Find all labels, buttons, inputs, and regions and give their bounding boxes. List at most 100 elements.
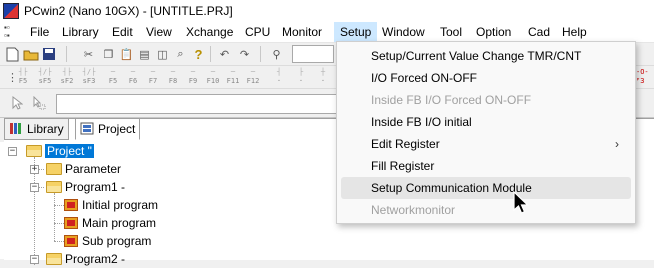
contact-nc-icon[interactable]: ┤/├ sF5 [36, 68, 54, 86]
menu-bar: ▪▫ ▫▪ File Library Edit View Xchange CPU … [0, 22, 654, 43]
fkey-f6-icon[interactable]: ─ F6 [124, 68, 142, 86]
mouse-cursor-icon [513, 191, 529, 214]
tree-line [54, 205, 64, 206]
redo-icon[interactable]: ↷ [236, 46, 253, 62]
menu-cad[interactable]: Cad [522, 22, 556, 42]
tab-project-label: Project [98, 122, 136, 136]
fkey-f10-icon[interactable]: ─ F10 [204, 68, 222, 86]
address-combo[interactable] [56, 94, 338, 114]
help-icon[interactable]: ? [190, 46, 207, 62]
print-preview-icon[interactable]: ◫ [154, 46, 171, 62]
window-title: PCwin2 (Nano 10GX) - [UNTITLE.PRJ] [24, 4, 233, 18]
tab-library[interactable]: Library [4, 118, 69, 140]
menu-option[interactable]: Option [470, 22, 517, 42]
copy-icon[interactable]: ❐ [100, 46, 117, 62]
collapse-icon[interactable]: − [8, 147, 17, 156]
menu-item-edit-register[interactable]: Edit Register › [341, 133, 631, 155]
app-icon[interactable] [3, 3, 19, 19]
tree-item-label: Program1 - [65, 180, 126, 194]
find-icon[interactable]: ⌕ [172, 46, 189, 62]
menu-item-io-forced[interactable]: I/O Forced ON-OFF [341, 67, 631, 89]
tree-item-project[interactable]: Project " [26, 142, 95, 160]
undo-icon[interactable]: ↶ [216, 46, 233, 62]
folder-open-icon [26, 144, 42, 157]
tree-item-label: Project " [44, 143, 95, 159]
tree-item-label: Program2 - [65, 252, 126, 266]
menu-library[interactable]: Library [56, 22, 105, 42]
ladder-program-icon [64, 198, 78, 211]
submenu-arrow-icon: › [615, 137, 619, 151]
menu-item-fill-register[interactable]: Fill Register [341, 155, 631, 177]
new-file-icon[interactable] [4, 46, 21, 62]
menu-item-setup-current-value[interactable]: Setup/Current Value Change TMR/CNT [341, 45, 631, 67]
menu-edit[interactable]: Edit [106, 22, 139, 42]
setup-menu: Setup/Current Value Change TMR/CNT I/O F… [336, 41, 636, 224]
ladder-program-icon [64, 216, 78, 229]
project-icon [80, 122, 94, 135]
toolbar-combo[interactable] [292, 45, 334, 63]
contact-or-icon[interactable]: ┤├ sF2 [58, 68, 76, 86]
ladder-program-icon [64, 234, 78, 247]
tree-item-parameter[interactable]: Parameter [46, 160, 121, 178]
menu-item-setup-comm-module[interactable]: Setup Communication Module [341, 177, 631, 199]
ladder-tool-icon[interactable]: ├ · [292, 68, 310, 86]
collapse-icon[interactable]: − [30, 183, 39, 192]
fkey-f9-icon[interactable]: ─ F9 [184, 68, 202, 86]
collapse-icon[interactable]: − [30, 255, 39, 264]
menu-setup[interactable]: Setup [334, 22, 378, 42]
coil-icons[interactable]: -O-ᴾ3 [636, 68, 654, 88]
menu-monitor[interactable]: Monitor [276, 22, 328, 42]
tree-item-initial-program[interactable]: Initial program [64, 196, 158, 214]
fkey-f12-icon[interactable]: ─ F12 [244, 68, 262, 86]
fkey-f11-icon[interactable]: ─ F11 [224, 68, 242, 86]
contact-ornc-icon[interactable]: ┤/├ sF3 [80, 68, 98, 86]
paste-icon[interactable]: 📋 [118, 46, 135, 62]
menu-xchange[interactable]: Xchange [180, 22, 239, 42]
menu-file[interactable]: File [24, 22, 55, 42]
folder-icon [46, 162, 62, 175]
fkey-f7-icon[interactable]: ─ F7 [144, 68, 162, 86]
tree-line [54, 223, 64, 224]
ladder-tool-icon[interactable]: ┤ · [270, 68, 288, 86]
tree-line [54, 193, 55, 241]
tree-item-label: Main program [82, 216, 157, 230]
menu-cpu[interactable]: CPU [239, 22, 276, 42]
tree-line [54, 241, 64, 242]
binoculars-icon[interactable]: ⚲ [268, 46, 285, 62]
pointer-icon[interactable] [8, 95, 25, 111]
menu-item-networkmonitor[interactable]: Networkmonitor [341, 199, 631, 221]
system-menu-icon[interactable]: ▪▫ ▫▪ [4, 24, 20, 40]
tab-library-label: Library [27, 122, 64, 136]
contact-no-icon[interactable]: ┤├ F5 [14, 68, 32, 86]
tree-item-sub-program[interactable]: Sub program [64, 232, 151, 250]
tab-project[interactable]: Project [75, 118, 141, 140]
tree-item-program1[interactable]: Program1 - [46, 178, 125, 196]
open-folder-icon[interactable] [22, 46, 39, 62]
save-icon[interactable] [40, 46, 57, 62]
expand-icon[interactable]: + [30, 165, 39, 174]
cut-icon[interactable]: ✂ [80, 46, 97, 62]
menu-item-label: Edit Register [371, 137, 440, 151]
paste-special-icon[interactable]: ▤ [136, 46, 153, 62]
tree-item-label: Sub program [82, 234, 152, 248]
fkey-f8-icon[interactable]: ─ F8 [164, 68, 182, 86]
toolbar-separator [66, 46, 67, 62]
tree-item-program2[interactable]: Program2 - [46, 250, 125, 268]
menu-help[interactable]: Help [556, 22, 593, 42]
library-books-icon [10, 123, 21, 134]
project-tree: − Project " + Parameter − Program1 - Ini… [0, 142, 340, 266]
ladder-tool-icon[interactable]: ┼ · [314, 68, 332, 86]
menu-tool[interactable]: Tool [434, 22, 468, 42]
menu-view[interactable]: View [140, 22, 178, 42]
tree-item-label: Initial program [82, 198, 159, 212]
title-bar: PCwin2 (Nano 10GX) - [UNTITLE.PRJ] [0, 0, 654, 22]
menu-item-inside-fb-initial[interactable]: Inside FB I/O initial [341, 111, 631, 133]
toolbar-separator [260, 46, 261, 62]
toolbar-separator [210, 46, 211, 62]
menu-window[interactable]: Window [376, 22, 431, 42]
menu-item-inside-fb-forced[interactable]: Inside FB I/O Forced ON-OFF [341, 89, 631, 111]
select-area-icon[interactable] [30, 95, 47, 111]
fkey-f5-icon[interactable]: ─ F5 [104, 68, 122, 86]
tree-item-main-program[interactable]: Main program [64, 214, 156, 232]
tree-item-label: Parameter [65, 162, 122, 176]
